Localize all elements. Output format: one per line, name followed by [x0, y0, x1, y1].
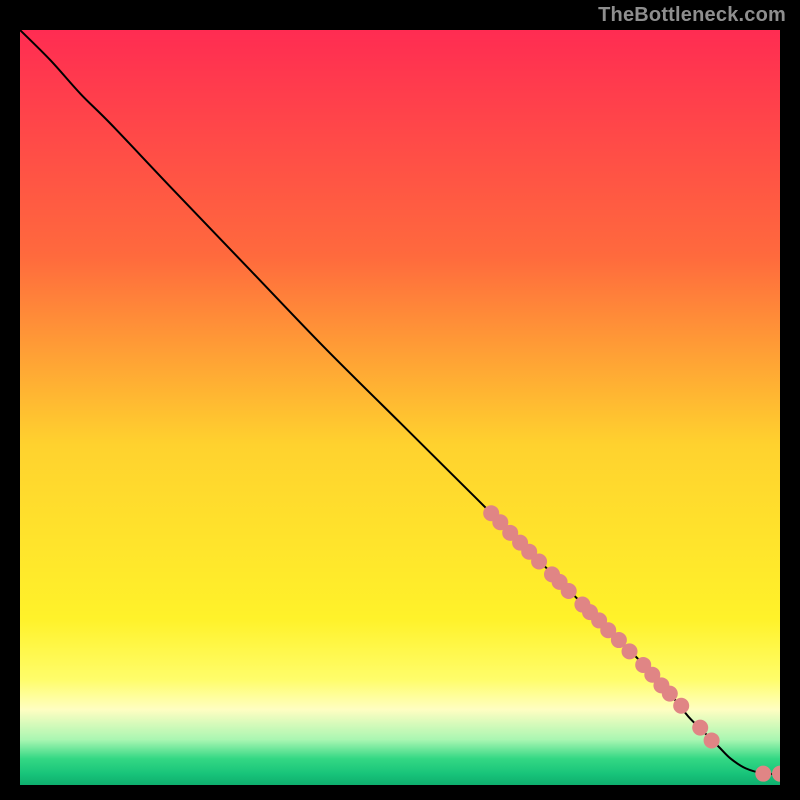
chart-marker [561, 583, 577, 599]
chart-stage: TheBottleneck.com [0, 0, 800, 800]
chart-plot-area [20, 30, 780, 785]
chart-marker [755, 766, 771, 782]
chart-svg [20, 30, 780, 785]
chart-marker [704, 732, 720, 748]
chart-marker [622, 643, 638, 659]
chart-marker [692, 720, 708, 736]
chart-marker [531, 554, 547, 570]
chart-background [20, 30, 780, 785]
watermark-text: TheBottleneck.com [598, 4, 786, 27]
chart-marker [662, 686, 678, 702]
chart-marker [673, 698, 689, 714]
